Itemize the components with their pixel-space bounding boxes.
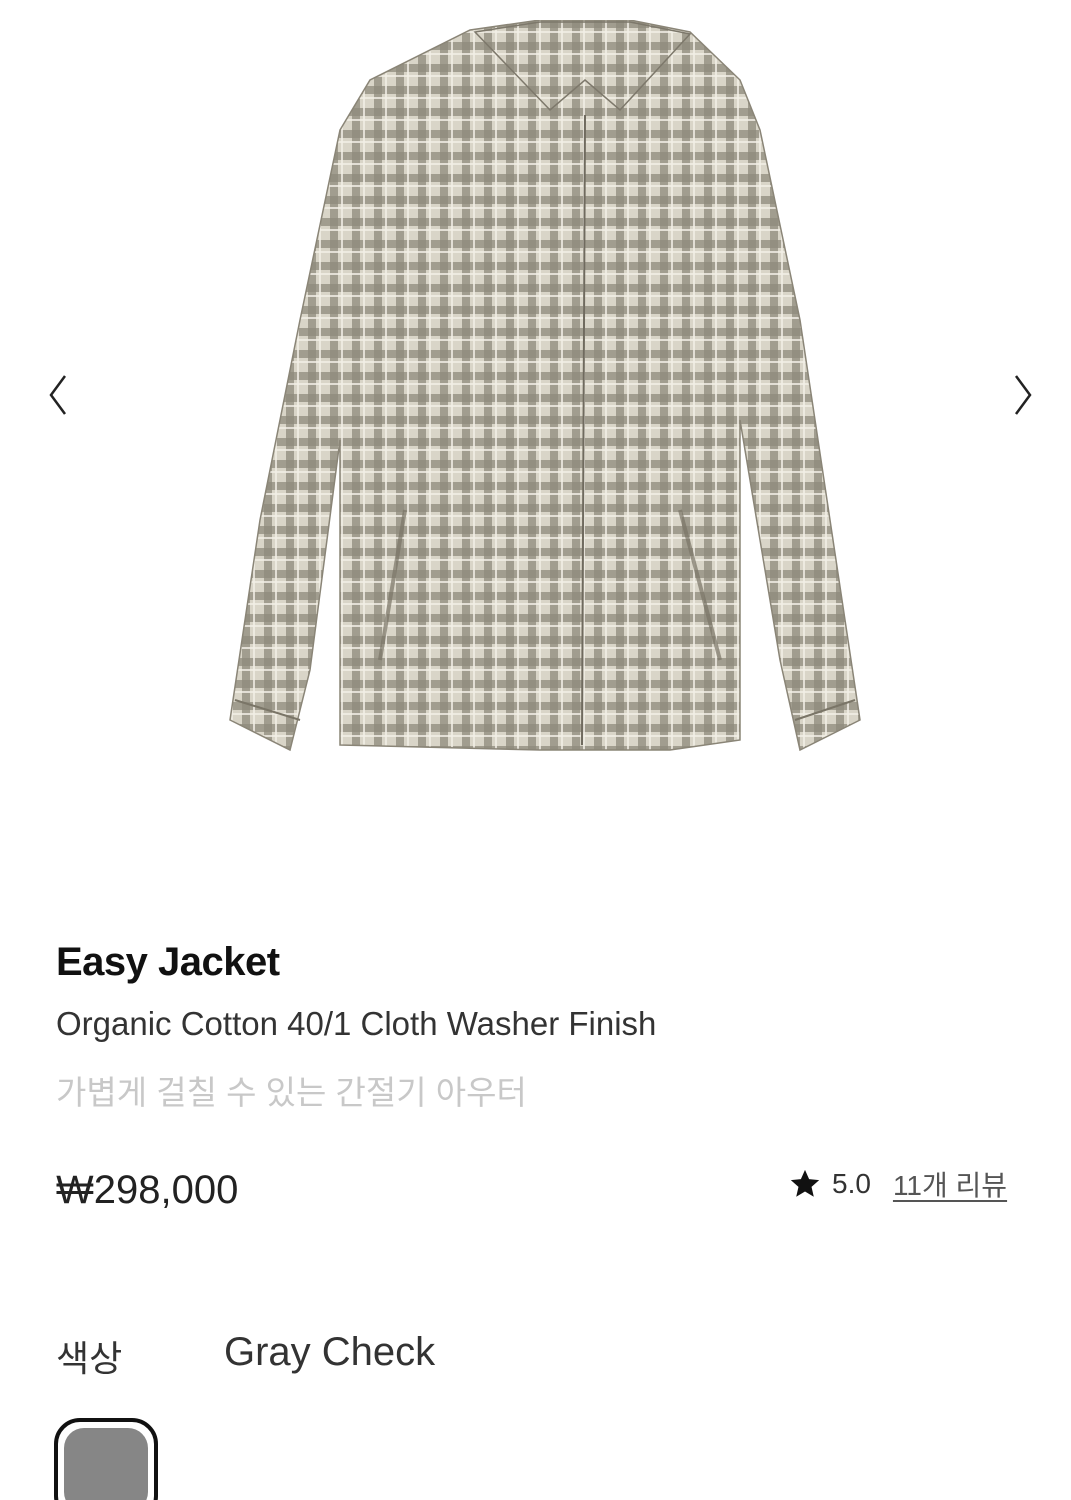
product-price: ₩298,000	[56, 1168, 239, 1212]
carousel-next-button[interactable]	[1003, 365, 1043, 425]
product-rating: 5.0 11개 리뷰	[788, 1164, 1007, 1204]
color-swatch-gray-check[interactable]	[54, 1418, 158, 1500]
selected-color-name: Gray Check	[224, 1330, 436, 1374]
rating-value: 5.0	[832, 1168, 871, 1199]
product-subtitle: Organic Cotton 40/1 Cloth Washer Finish	[56, 1005, 657, 1042]
product-image[interactable]	[220, 20, 900, 760]
chevron-left-icon	[49, 375, 67, 415]
chevron-right-icon	[1014, 375, 1032, 415]
product-description: 가볍게 걸칠 수 있는 간절기 아우터	[56, 1074, 527, 1111]
carousel-prev-button[interactable]	[38, 365, 78, 425]
color-option-label: 색상	[56, 1338, 123, 1379]
product-page: Easy Jacket Organic Cotton 40/1 Cloth Wa…	[0, 0, 1071, 1500]
color-swatch-fill	[64, 1428, 148, 1500]
star-icon	[790, 1169, 820, 1197]
product-title: Easy Jacket	[56, 940, 280, 984]
product-image-carousel	[0, 0, 1071, 820]
reviews-link[interactable]: 11개 리뷰	[893, 1164, 1007, 1204]
